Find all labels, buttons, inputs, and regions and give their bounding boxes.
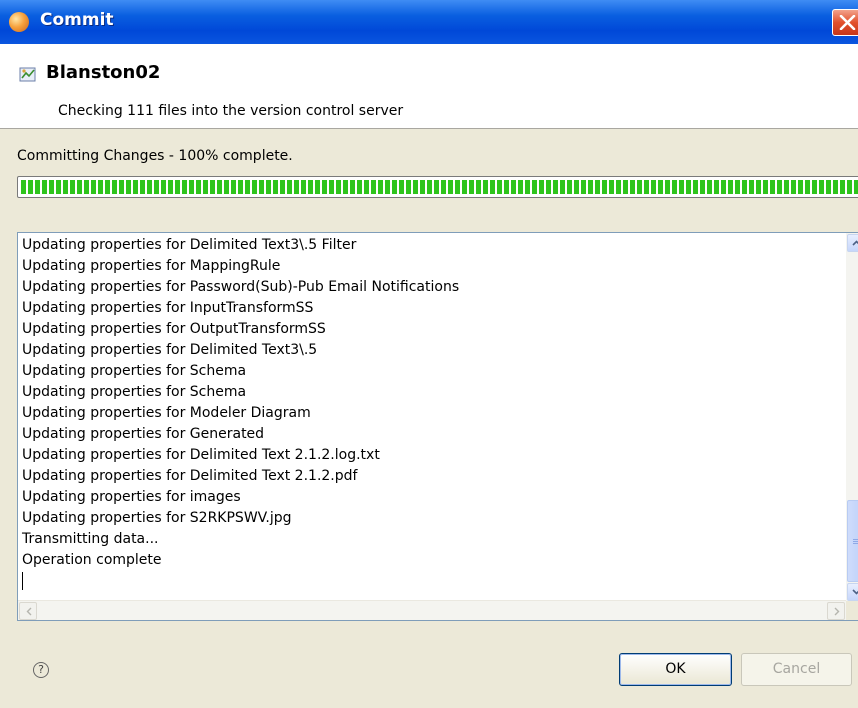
scrollbar-corner xyxy=(846,601,858,620)
scroll-grip-icon xyxy=(853,539,858,540)
scroll-down-button[interactable] xyxy=(847,583,858,601)
log-line: Operation complete xyxy=(22,552,162,568)
dialog-header: Blanston02 Checking 111 files into the v… xyxy=(0,44,858,128)
cancel-button[interactable]: Cancel xyxy=(741,653,852,686)
commit-log-textarea[interactable]: Updating properties for Delimited Text3\… xyxy=(17,232,858,621)
log-line: Updating properties for Schema xyxy=(22,384,247,400)
dialog-body: Committing Changes - 100% complete. Upda… xyxy=(0,129,858,708)
log-line: Transmitting data... xyxy=(22,531,159,547)
log-line: Updating properties for Delimited Text 2… xyxy=(22,447,380,463)
progress-bar xyxy=(17,176,858,198)
title-bar: Commit xyxy=(0,0,858,45)
log-line: Updating properties for Password(Sub)-Pu… xyxy=(22,279,460,295)
log-line: Updating properties for images xyxy=(22,489,241,505)
chevron-right-icon xyxy=(834,607,840,616)
horizontal-scrollbar[interactable] xyxy=(18,600,846,620)
log-line: Updating properties for MappingRule xyxy=(22,258,281,274)
scroll-left-button[interactable] xyxy=(19,602,37,620)
vertical-scrollbar[interactable] xyxy=(846,233,858,602)
progress-bar-fill xyxy=(21,180,858,194)
log-line: Updating properties for Delimited Text3\… xyxy=(22,237,357,253)
log-line: Updating properties for InputTransformSS xyxy=(22,300,314,316)
repository-icon xyxy=(19,67,36,82)
vertical-scroll-thumb[interactable] xyxy=(847,500,858,582)
log-line: Updating properties for Generated xyxy=(22,426,265,442)
close-icon xyxy=(839,15,856,30)
dialog-description: Checking 111 files into the version cont… xyxy=(58,103,404,119)
ok-button[interactable]: OK xyxy=(619,653,732,686)
chevron-left-icon xyxy=(26,607,32,616)
text-caret xyxy=(22,572,23,590)
scroll-up-button[interactable] xyxy=(847,234,858,252)
progress-status-label: Committing Changes - 100% complete. xyxy=(17,148,293,164)
scroll-right-button[interactable] xyxy=(827,602,845,620)
dialog-heading: Blanston02 xyxy=(46,62,161,83)
log-line: Updating properties for OutputTransformS… xyxy=(22,321,326,337)
chevron-down-icon xyxy=(852,589,858,595)
question-mark-icon[interactable]: ? xyxy=(33,662,49,678)
app-icon xyxy=(9,12,29,32)
log-line: Updating properties for Modeler Diagram xyxy=(22,405,311,421)
chevron-up-icon xyxy=(852,240,858,246)
log-line: Updating properties for S2RKPSWV.jpg xyxy=(22,510,292,526)
log-line: Updating properties for Schema xyxy=(22,363,247,379)
close-button[interactable] xyxy=(832,9,858,36)
window-title: Commit xyxy=(40,10,114,30)
log-line: Updating properties for Delimited Text3\… xyxy=(22,342,318,358)
log-lines: Updating properties for Delimited Text3\… xyxy=(22,235,459,590)
log-line: Updating properties for Delimited Text 2… xyxy=(22,468,358,484)
